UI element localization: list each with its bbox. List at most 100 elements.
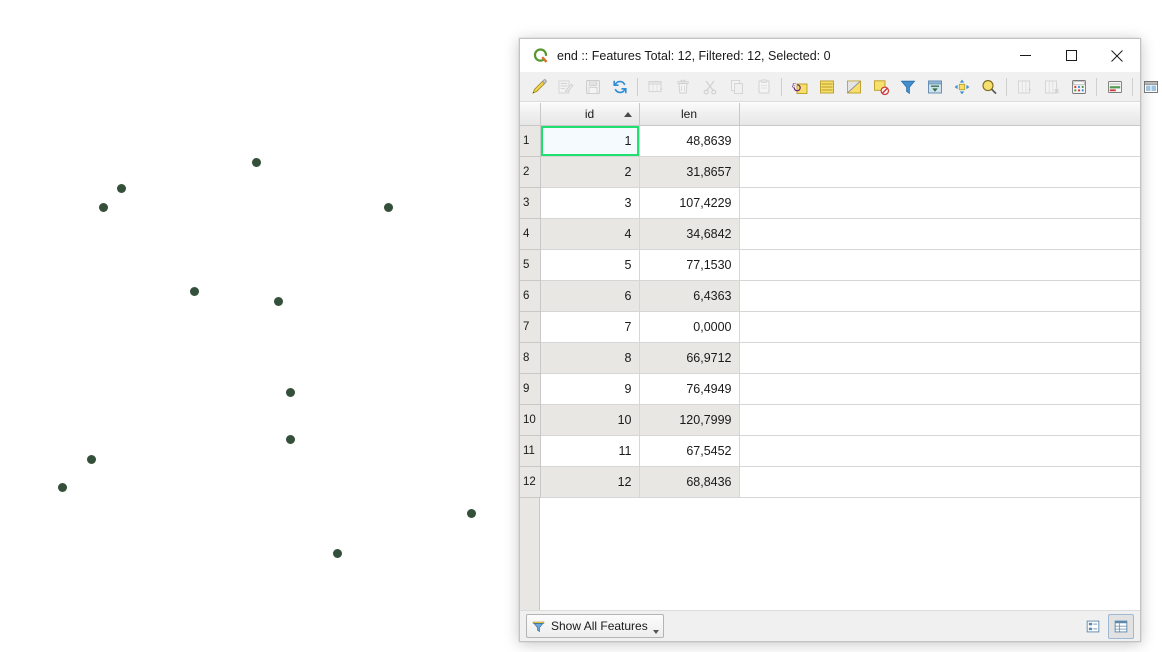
add-feature-button[interactable] bbox=[642, 73, 669, 100]
conditional-formatting-icon bbox=[1107, 80, 1122, 93]
copy-features-button[interactable] bbox=[723, 73, 750, 100]
column-header-id[interactable]: id bbox=[540, 103, 640, 126]
cell-id[interactable]: 2 bbox=[540, 156, 640, 188]
paste-features-button[interactable] bbox=[750, 73, 777, 100]
move-selection-to-top-button[interactable] bbox=[921, 73, 948, 100]
map-point[interactable] bbox=[116, 183, 126, 193]
minimize-button[interactable] bbox=[1002, 39, 1048, 72]
row-number-cell[interactable]: 4 bbox=[520, 218, 541, 250]
show-all-features-dropdown[interactable]: Show All Features bbox=[526, 614, 664, 638]
map-point[interactable] bbox=[285, 387, 295, 397]
attribute-table[interactable]: id len 1 1 48,8639 2 2 31,8657 3 3 107,4229 4 4 34,… bbox=[520, 103, 1140, 498]
table-row[interactable]: 1 1 48,8639 bbox=[520, 125, 1140, 157]
select-by-expression-button[interactable]: ε bbox=[786, 73, 813, 100]
table-row[interactable]: 6 6 6,4363 bbox=[520, 280, 1140, 312]
field-calculator-button[interactable] bbox=[1065, 73, 1092, 100]
cell-id[interactable]: 7 bbox=[540, 311, 640, 343]
row-number-cell[interactable]: 10 bbox=[520, 404, 541, 436]
cell-id[interactable]: 11 bbox=[540, 435, 640, 467]
cell-id[interactable]: 8 bbox=[540, 342, 640, 374]
table-row[interactable]: 7 7 0,0000 bbox=[520, 311, 1140, 343]
column-header-len[interactable]: len bbox=[639, 103, 740, 126]
cell-len[interactable]: 31,8657 bbox=[639, 156, 740, 188]
cell-len[interactable]: 6,4363 bbox=[639, 280, 740, 312]
table-row[interactable]: 2 2 31,8657 bbox=[520, 156, 1140, 188]
map-point[interactable] bbox=[86, 454, 96, 464]
cell-id[interactable]: 3 bbox=[540, 187, 640, 219]
row-number-cell[interactable]: 8 bbox=[520, 342, 541, 374]
cut-features-icon bbox=[703, 80, 716, 95]
map-point[interactable] bbox=[383, 202, 393, 212]
table-body[interactable]: 1 1 48,8639 2 2 31,8657 3 3 107,4229 4 4 34,6842 5 5 7… bbox=[520, 125, 1140, 498]
cell-id[interactable]: 4 bbox=[540, 218, 640, 250]
row-number-cell[interactable]: 7 bbox=[520, 311, 541, 343]
close-button[interactable] bbox=[1094, 39, 1140, 72]
map-point[interactable] bbox=[57, 482, 67, 492]
row-number-cell[interactable]: 1 bbox=[520, 125, 541, 157]
form-view-toggle[interactable] bbox=[1080, 614, 1106, 639]
table-row[interactable]: 3 3 107,4229 bbox=[520, 187, 1140, 219]
row-number-cell[interactable]: 11 bbox=[520, 435, 541, 467]
cell-len[interactable]: 67,5452 bbox=[639, 435, 740, 467]
filter-expression-button[interactable] bbox=[894, 73, 921, 100]
map-point[interactable] bbox=[273, 296, 283, 306]
multi-edit-button[interactable] bbox=[552, 73, 579, 100]
cell-len[interactable]: 76,4949 bbox=[639, 373, 740, 405]
cell-len[interactable]: 0,0000 bbox=[639, 311, 740, 343]
table-row[interactable]: 4 4 34,6842 bbox=[520, 218, 1140, 250]
invert-selection-button[interactable] bbox=[840, 73, 867, 100]
column-header-rownum[interactable] bbox=[520, 103, 541, 126]
row-number-cell[interactable]: 2 bbox=[520, 156, 541, 188]
cell-len[interactable]: 107,4229 bbox=[639, 187, 740, 219]
cell-len[interactable]: 48,8639 bbox=[639, 125, 740, 157]
cell-id[interactable]: 1 bbox=[540, 125, 640, 157]
map-point[interactable] bbox=[189, 286, 199, 296]
cell-len[interactable]: 68,8436 bbox=[639, 466, 740, 498]
map-point[interactable] bbox=[98, 202, 108, 212]
cut-features-button[interactable] bbox=[696, 73, 723, 100]
cell-id[interactable]: 10 bbox=[540, 404, 640, 436]
row-number-cell[interactable]: 12 bbox=[520, 466, 541, 498]
table-row[interactable]: 10 10 120,7999 bbox=[520, 404, 1140, 436]
attribute-table-area[interactable]: id len 1 1 48,8639 2 2 31,8657 3 3 107,4229 4 4 34,… bbox=[520, 102, 1140, 610]
cell-len[interactable]: 120,7999 bbox=[639, 404, 740, 436]
map-point[interactable] bbox=[466, 508, 476, 518]
new-field-button[interactable] bbox=[1011, 73, 1038, 100]
title-bar[interactable]: end :: Features Total: 12, Filtered: 12,… bbox=[520, 39, 1140, 72]
table-row[interactable]: 9 9 76,4949 bbox=[520, 373, 1140, 405]
cell-id[interactable]: 6 bbox=[540, 280, 640, 312]
table-row[interactable]: 8 8 66,9712 bbox=[520, 342, 1140, 374]
cell-id[interactable]: 5 bbox=[540, 249, 640, 281]
form-view-icon bbox=[1086, 620, 1100, 632]
delete-selected-button[interactable] bbox=[669, 73, 696, 100]
reload-table-button[interactable] bbox=[606, 73, 633, 100]
row-number-cell[interactable]: 9 bbox=[520, 373, 541, 405]
select-all-button[interactable] bbox=[813, 73, 840, 100]
toggle-editing-button[interactable] bbox=[525, 73, 552, 100]
cell-id[interactable]: 12 bbox=[540, 466, 640, 498]
table-view-toggle[interactable] bbox=[1108, 613, 1134, 639]
row-number-cell[interactable]: 5 bbox=[520, 249, 541, 281]
row-number-cell[interactable]: 3 bbox=[520, 187, 541, 219]
table-row[interactable]: 11 11 67,5452 bbox=[520, 435, 1140, 467]
cell-len[interactable]: 66,9712 bbox=[639, 342, 740, 374]
conditional-formatting-button[interactable] bbox=[1101, 73, 1128, 100]
map-point[interactable] bbox=[251, 157, 261, 167]
zoom-to-selection-button[interactable] bbox=[975, 73, 1002, 100]
deselect-all-button[interactable] bbox=[867, 73, 894, 100]
pan-to-selection-button[interactable] bbox=[948, 73, 975, 100]
cell-len[interactable]: 34,6842 bbox=[639, 218, 740, 250]
table-row[interactable]: 5 5 77,1530 bbox=[520, 249, 1140, 281]
table-row[interactable]: 12 12 68,8436 bbox=[520, 466, 1140, 498]
map-point[interactable] bbox=[285, 434, 295, 444]
organize-columns-icon bbox=[1143, 80, 1158, 93]
row-number-cell[interactable]: 6 bbox=[520, 280, 541, 312]
cell-len[interactable]: 77,1530 bbox=[639, 249, 740, 281]
map-point[interactable] bbox=[332, 548, 342, 558]
close-icon bbox=[1111, 49, 1123, 62]
cell-id[interactable]: 9 bbox=[540, 373, 640, 405]
maximize-button[interactable] bbox=[1048, 39, 1094, 72]
delete-field-button[interactable] bbox=[1038, 73, 1065, 100]
save-edits-button[interactable] bbox=[579, 73, 606, 100]
organize-columns-button[interactable] bbox=[1137, 73, 1162, 100]
